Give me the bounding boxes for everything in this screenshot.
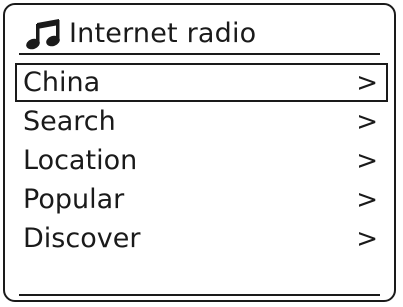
menu-item-search[interactable]: Search > [15,102,388,141]
chevron-right-icon: > [356,107,378,137]
chevron-right-icon: > [356,224,378,254]
menu-item-label: China [23,67,101,98]
menu-item-china[interactable]: China > [15,63,388,102]
screen-header: Internet radio [25,16,256,52]
menu-item-label: Location [23,145,138,176]
menu-list: China > Search > Location > Popular > Di… [15,63,388,258]
menu-item-discover[interactable]: Discover > [15,219,388,258]
music-note-icon [26,19,60,50]
chevron-right-icon: > [356,68,378,98]
header-divider [19,53,380,55]
menu-item-label: Search [23,106,116,137]
radio-display-screen: Internet radio China > Search > Location… [3,3,396,302]
chevron-right-icon: > [356,146,378,176]
menu-item-popular[interactable]: Popular > [15,180,388,219]
chevron-right-icon: > [356,185,378,215]
screen-title: Internet radio [69,18,257,49]
menu-item-label: Discover [23,223,141,254]
menu-item-location[interactable]: Location > [15,141,388,180]
menu-item-label: Popular [23,184,125,215]
footer-divider [19,294,380,296]
